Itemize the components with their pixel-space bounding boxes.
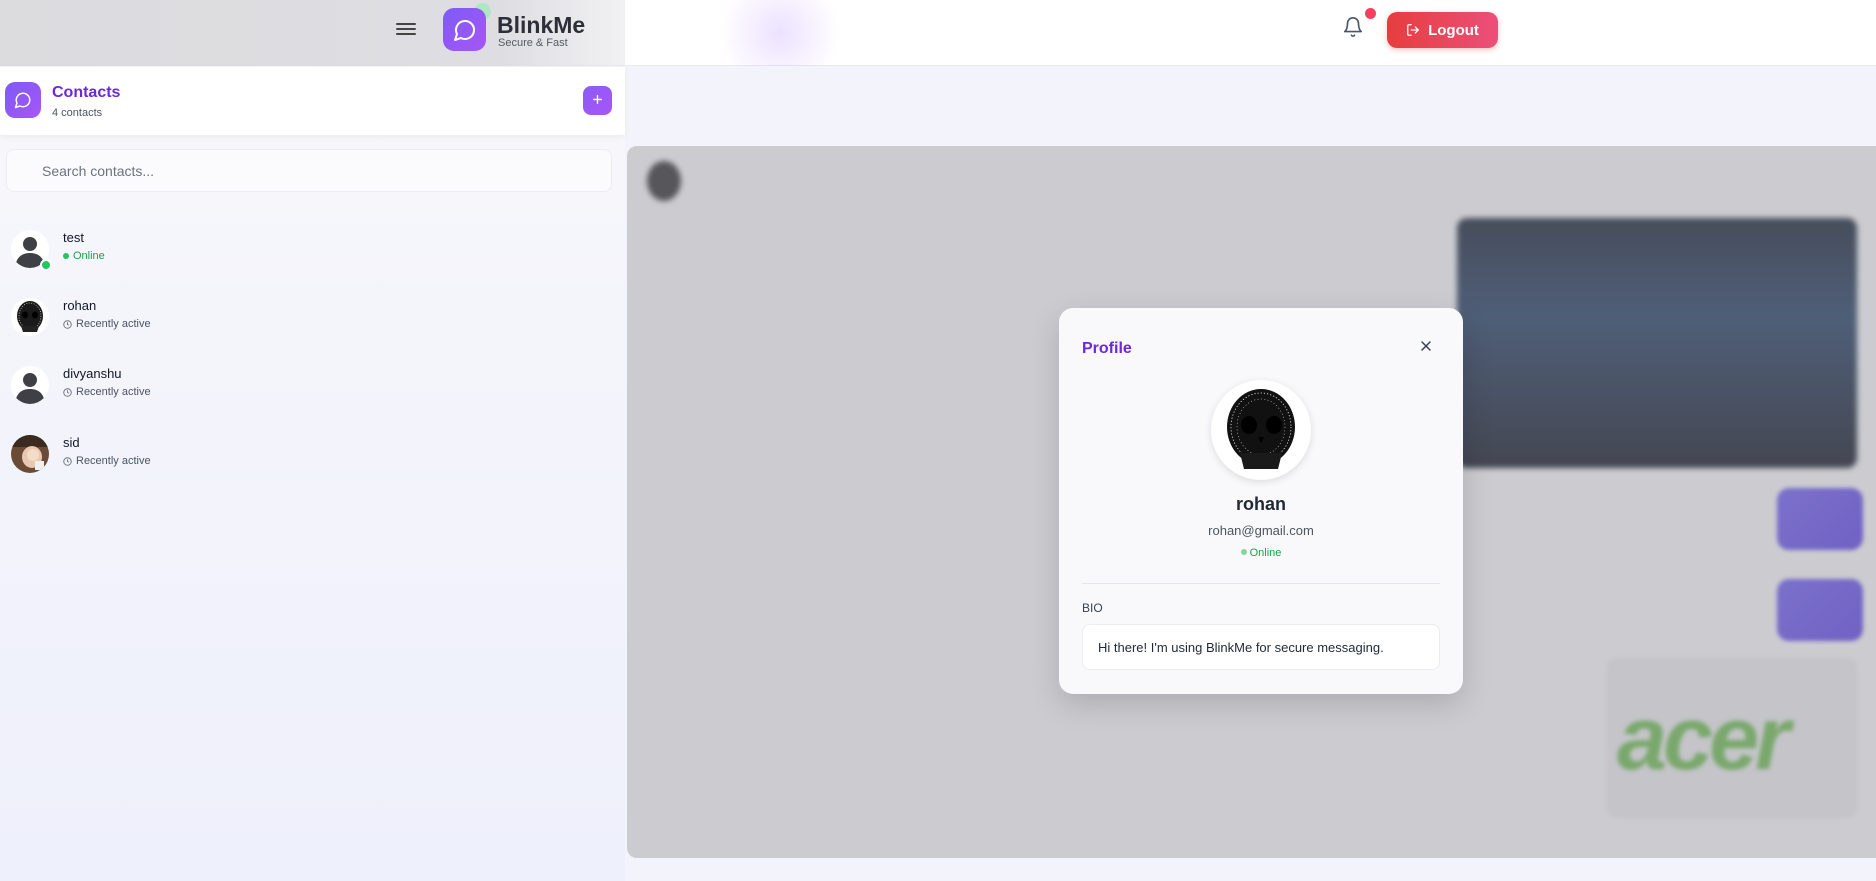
status-text: Recently active <box>76 318 151 330</box>
contact-name: test <box>63 230 84 245</box>
contact-name: sid <box>63 435 80 450</box>
top-header: BlinkMe Secure & Fast Logout <box>0 0 1876 66</box>
status-text: Recently active <box>76 386 151 398</box>
contact-item-rohan[interactable]: rohan Recently active <box>0 298 625 356</box>
contacts-logo <box>5 82 41 118</box>
notification-badge <box>1365 8 1376 19</box>
online-indicator <box>40 259 52 271</box>
background-blur <box>700 0 860 66</box>
modal-title: Profile <box>1082 340 1132 357</box>
profile-avatar <box>1211 380 1311 480</box>
contact-item-divyanshu[interactable]: divyanshu Recently active <box>0 366 625 424</box>
contact-status: Recently active <box>63 318 151 330</box>
add-contact-button[interactable] <box>583 86 612 115</box>
photo-avatar <box>11 435 49 473</box>
contact-item-test[interactable]: test Online <box>0 230 625 288</box>
status-text: Online <box>73 250 105 262</box>
profile-email: rohan@gmail.com <box>1208 523 1314 538</box>
contact-name: rohan <box>63 298 97 313</box>
logout-label: Logout <box>1428 21 1479 39</box>
default-avatar <box>11 366 49 404</box>
clock-icon <box>63 387 72 397</box>
profile-status: Online <box>1059 547 1463 559</box>
menu-icon[interactable] <box>396 20 416 38</box>
chat-bubble-icon <box>453 19 475 41</box>
clock-icon <box>63 456 72 466</box>
contact-status: Recently active <box>63 455 151 467</box>
brand-tagline: Secure & Fast <box>498 37 568 49</box>
logout-icon <box>1407 24 1419 36</box>
contacts-sidebar: Contacts 4 contacts test Online <box>0 67 625 881</box>
skull-sketch-avatar <box>11 298 49 336</box>
profile-name: rohan <box>1235 494 1286 514</box>
online-dot-icon <box>1240 549 1247 555</box>
divider <box>1082 583 1440 584</box>
contact-name: divyanshu <box>63 366 122 381</box>
logout-button[interactable]: Logout <box>1387 12 1498 48</box>
contact-status: Recently active <box>63 386 151 398</box>
status-text: Online <box>1249 547 1282 559</box>
clock-icon <box>63 319 72 329</box>
search-input[interactable] <box>6 149 612 192</box>
sidebar-header: Contacts 4 contacts <box>0 67 625 135</box>
close-icon[interactable] <box>1418 338 1436 356</box>
contacts-title: Contacts <box>52 84 121 101</box>
contact-status: Online <box>63 250 105 262</box>
online-dot-icon <box>63 253 69 259</box>
status-text: Recently active <box>76 455 151 467</box>
bell-icon[interactable] <box>1342 16 1366 40</box>
app-logo <box>443 8 486 51</box>
profile-modal: Profile rohan rohan@gmail.com Online BIO… <box>1059 308 1463 694</box>
chat-bubble-icon <box>14 92 31 109</box>
bio-label: BIO <box>1082 601 1103 615</box>
bio-text: Hi there! I'm using BlinkMe for secure m… <box>1082 624 1440 670</box>
brand-name: BlinkMe <box>497 12 586 38</box>
contact-item-sid[interactable]: sid Recently active <box>0 435 625 493</box>
contacts-count: 4 contacts <box>52 107 103 119</box>
plus-icon <box>593 95 602 104</box>
